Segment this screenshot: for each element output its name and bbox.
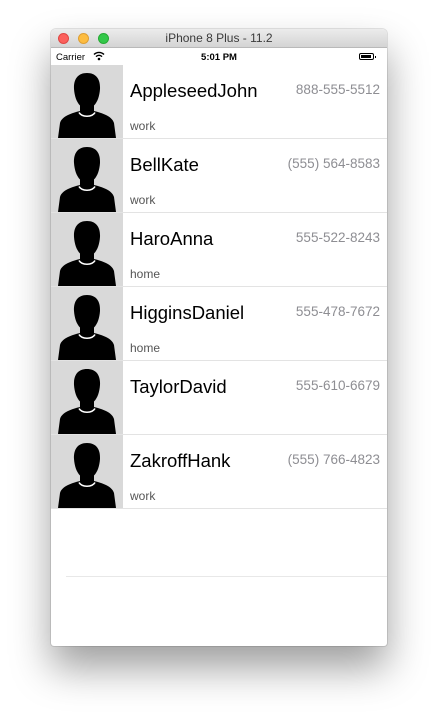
- contact-name: ZakroffHank: [130, 450, 231, 471]
- contact-phone-label: home: [130, 341, 161, 355]
- avatar: [51, 435, 123, 508]
- avatar: [51, 139, 123, 212]
- person-silhouette-icon: [58, 295, 116, 360]
- contact-phone: 555-522-8243: [295, 230, 380, 245]
- avatar: [51, 361, 123, 434]
- contact-row[interactable]: BellKate (555) 564-8583 work: [51, 139, 387, 213]
- status-bar: Carrier 5:01 PM: [51, 48, 387, 65]
- contact-name: BellKate: [130, 154, 199, 175]
- contact-name: TaylorDavid: [130, 376, 227, 397]
- contact-row[interactable]: TaylorDavid 555-610-6679: [51, 361, 387, 435]
- contact-row[interactable]: ZakroffHank (555) 766-4823 work: [51, 435, 387, 509]
- contact-row[interactable]: HigginsDaniel 555-478-7672 home: [51, 287, 387, 361]
- contact-phone: (555) 564-8583: [287, 156, 380, 171]
- person-silhouette-icon: [58, 369, 116, 434]
- contact-name: HaroAnna: [130, 228, 214, 249]
- contact-name: AppleseedJohn: [130, 80, 258, 101]
- contact-row[interactable]: HaroAnna 555-522-8243 home: [51, 213, 387, 287]
- contact-phone-label: home: [130, 267, 161, 281]
- avatar: [51, 65, 123, 138]
- simulator-window: iPhone 8 Plus - 11.2 Carrier 5:01 PM App…: [51, 29, 387, 646]
- window-title: iPhone 8 Plus - 11.2: [165, 31, 273, 45]
- window-titlebar: iPhone 8 Plus - 11.2: [51, 29, 387, 48]
- contact-name: HigginsDaniel: [130, 302, 245, 323]
- contact-phone-label: work: [130, 119, 156, 133]
- contact-phone: 555-610-6679: [295, 378, 380, 393]
- person-silhouette-icon: [58, 147, 116, 212]
- person-silhouette-icon: [58, 73, 116, 138]
- avatar: [51, 287, 123, 360]
- contacts-list: AppleseedJohn 888-555-5512 work BellKate…: [51, 65, 387, 509]
- person-silhouette-icon: [58, 443, 116, 508]
- contact-phone-label: work: [130, 489, 156, 503]
- battery-icon: [359, 53, 376, 60]
- empty-row-separator: [66, 576, 387, 577]
- contact-phone: (555) 766-4823: [287, 452, 380, 467]
- avatar: [51, 213, 123, 286]
- status-time: 5:01 PM: [201, 52, 237, 63]
- contact-phone: 555-478-7672: [295, 304, 380, 319]
- contact-row[interactable]: AppleseedJohn 888-555-5512 work: [51, 65, 387, 139]
- person-silhouette-icon: [58, 221, 116, 286]
- contact-phone: 888-555-5512: [295, 82, 380, 97]
- contact-phone-label: work: [130, 193, 156, 207]
